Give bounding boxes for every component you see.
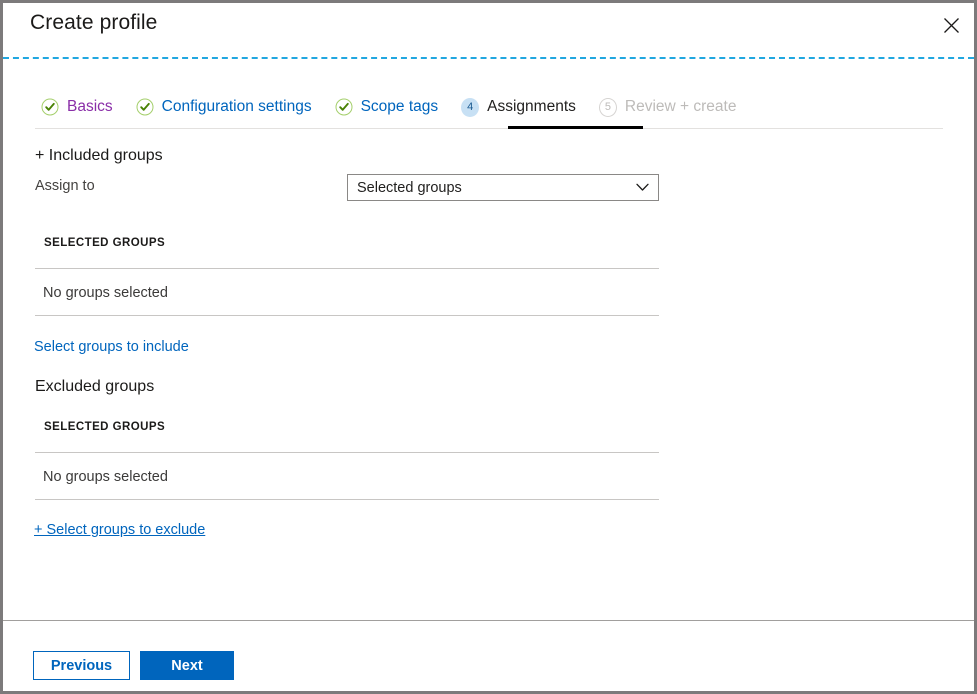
- chevron-down-icon: [632, 183, 652, 192]
- close-icon[interactable]: [929, 3, 974, 47]
- included-grid-bottom-rule: [35, 315, 659, 316]
- select-groups-to-exclude-link[interactable]: + Select groups to exclude: [34, 522, 205, 538]
- assign-to-dropdown[interactable]: Selected groups: [347, 174, 659, 201]
- included-groups-heading: + Included groups: [35, 147, 163, 164]
- excluded-grid-empty-row: No groups selected: [43, 469, 168, 485]
- previous-button[interactable]: Previous: [33, 651, 130, 680]
- excluded-grid-bottom-rule: [35, 499, 659, 500]
- step-number: 5: [598, 97, 617, 117]
- tab-label: Review + create: [624, 98, 737, 116]
- check-circle-icon: [41, 98, 59, 116]
- excluded-grid-header: SELECTED GROUPS: [44, 421, 166, 433]
- tab-configuration-settings[interactable]: Configuration settings: [130, 91, 321, 123]
- step-number-badge: 5: [598, 97, 617, 117]
- excluded-groups-heading: Excluded groups: [35, 378, 155, 395]
- tabs-divider: [35, 128, 943, 129]
- tab-review-create: 5 Review + create: [593, 91, 746, 123]
- tab-label: Configuration settings: [161, 98, 312, 116]
- tab-scope-tags[interactable]: Scope tags: [329, 91, 448, 123]
- tab-label: Scope tags: [360, 98, 439, 116]
- page-title: Create profile: [30, 11, 158, 34]
- tab-basics[interactable]: Basics: [35, 91, 122, 123]
- wizard-tabs: Basics Configuration settings Scope tags: [35, 91, 753, 131]
- included-grid-empty-row: No groups selected: [43, 285, 168, 301]
- excluded-grid-top-rule: [35, 452, 659, 453]
- step-number-badge: 4: [461, 97, 480, 117]
- footer-divider: [3, 620, 974, 621]
- check-circle-icon: [136, 98, 154, 116]
- step-number: 4: [461, 97, 480, 117]
- assign-to-label: Assign to: [35, 178, 95, 194]
- footer-actions: Previous Next: [33, 651, 234, 680]
- included-grid-top-rule: [35, 268, 659, 269]
- create-profile-dialog: Create profile Basics Configuration sett…: [0, 0, 977, 694]
- dialog-titlebar: Create profile: [3, 3, 974, 55]
- check-circle-icon: [335, 98, 353, 116]
- tab-label: Basics: [67, 98, 113, 116]
- tab-assignments[interactable]: 4 Assignments: [455, 91, 585, 123]
- tab-label: Assignments: [487, 98, 576, 116]
- active-tab-underline: [508, 126, 643, 129]
- header-dashed-divider: [3, 57, 974, 59]
- assign-to-value: Selected groups: [357, 179, 462, 196]
- select-groups-to-include-link[interactable]: Select groups to include: [34, 339, 189, 355]
- next-button[interactable]: Next: [140, 651, 234, 680]
- included-grid-header: SELECTED GROUPS: [44, 237, 166, 249]
